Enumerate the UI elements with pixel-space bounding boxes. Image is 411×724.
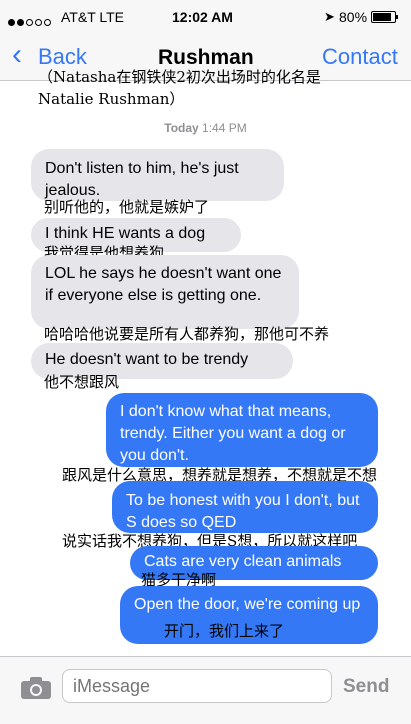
send-button[interactable]: Send [343,676,389,698]
message-bubble-incoming[interactable]: Don't listen to him, he's just jealous. [31,149,284,201]
message-bubble-incoming[interactable]: LOL he says he doesn't want one if every… [31,255,299,329]
message-text: I don't know what that means, trendy. Ei… [120,403,346,464]
message-translation: 他不想跟风 [44,373,120,391]
message-text: He doesn't want to be trendy [45,351,249,368]
message-text: Open the door, we're coming up [134,596,361,613]
timestamp-time: 1:44 PM [202,121,247,135]
message-translation: 哈哈哈他说要是所有人都养狗，那他可不养 [44,325,330,343]
message-bubble-outgoing[interactable]: To be honest with you I don't, but S doe… [112,481,378,533]
timestamp: Today 1:44 PM [0,121,411,135]
message-input-bar: Send [0,656,411,724]
message-text: LOL he says he doesn't want one if every… [45,265,282,304]
clock: 12:02 AM [172,9,233,25]
signal-strength-icon [8,13,53,29]
message-text: I think HE wants a dog [45,225,206,242]
message-input[interactable] [62,669,332,703]
timestamp-day: Today [164,121,199,135]
message-bubble-outgoing[interactable]: I don't know what that means, trendy. Ei… [106,393,378,467]
annotation-note: （Natasha在钢铁侠2初次出场时的化名是 Natalie Rushman） [38,68,321,108]
message-translation: 别听他的，他就是嫉妒了 [44,198,210,216]
status-bar: AT&T LTE 12:02 AM ➤ 80% [0,0,411,34]
battery-percent: 80% [339,9,368,25]
location-arrow-icon: ➤ [324,9,335,24]
carrier-label: AT&T LTE [61,9,125,25]
chevron-left-icon[interactable]: ‹ [12,40,22,70]
message-text: Don't listen to him, he's just jealous. [45,160,239,199]
message-text: To be honest with you I don't, but S doe… [126,492,360,531]
battery-icon [371,11,398,23]
camera-icon[interactable] [20,676,52,700]
message-text: Cats are very clean animals [144,553,342,570]
message-translation: 开门，我们上来了 [164,622,285,640]
